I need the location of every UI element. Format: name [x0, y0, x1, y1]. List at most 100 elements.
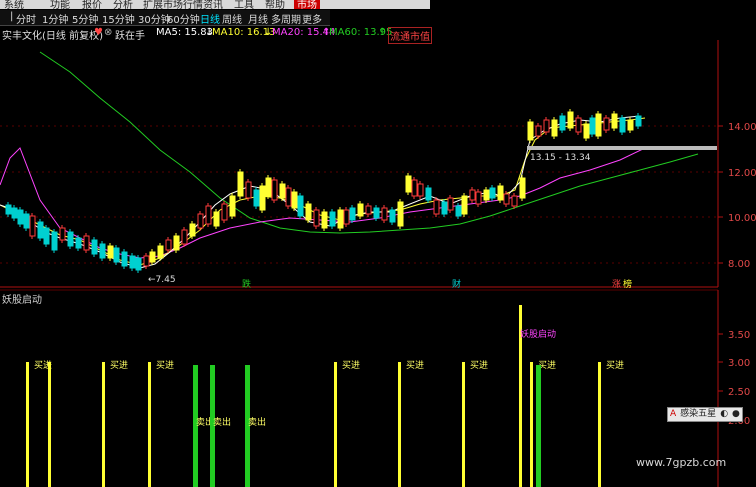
candle-body	[543, 119, 550, 133]
candle-body	[475, 191, 482, 205]
indicator-y-tick-label: 2.50	[728, 387, 750, 398]
toolbar-item-1[interactable]: ◐	[718, 408, 730, 421]
candle-body	[157, 245, 164, 259]
buy-signal-label: 买进	[156, 360, 174, 371]
market-cap-button[interactable]: 流通市值	[388, 27, 432, 44]
period-tab-8[interactable]: 月线	[248, 11, 268, 26]
period-tab-9[interactable]: 多周期	[271, 11, 301, 26]
period-tab-0[interactable]: 分时	[16, 11, 36, 26]
candle-body	[381, 207, 388, 221]
main-y-tick-label: 14.00	[728, 122, 756, 133]
candle-body	[313, 209, 320, 227]
candle-body	[67, 231, 74, 247]
buy-signal-bar	[530, 362, 533, 487]
sell-signal-label: 卖出	[213, 416, 231, 428]
tab-divider: |	[10, 11, 14, 22]
toolbar-item-0[interactable]: 感染五星	[678, 408, 718, 421]
candle-body	[519, 177, 526, 199]
ma60-arrow: ↑	[378, 27, 387, 38]
main-y-tick-label: 12.00	[728, 168, 756, 179]
candle-body	[91, 239, 98, 255]
candle-body	[107, 245, 114, 259]
candle-body	[357, 203, 364, 217]
formula-name: 跃在手	[115, 31, 145, 42]
candle-body	[373, 207, 380, 219]
main-y-tick-label: 8.00	[728, 259, 750, 270]
candle-body	[197, 213, 204, 229]
candle-body	[595, 113, 602, 137]
toolbar-mark[interactable]: A	[668, 408, 678, 421]
bottom-marker-label: 财	[452, 278, 461, 290]
period-tab-3[interactable]: 15分钟	[102, 11, 135, 26]
candle-body	[455, 205, 462, 217]
period-tab-5[interactable]: 60分钟	[167, 11, 200, 26]
candle-body	[411, 179, 418, 197]
candle-body	[213, 211, 220, 227]
candle-body	[575, 117, 582, 133]
candle-body	[627, 119, 634, 131]
menu-item-0[interactable]: 系统	[4, 0, 24, 9]
candle-body	[245, 181, 252, 199]
candle-body	[527, 121, 534, 141]
candle-body	[297, 195, 304, 217]
period-tab-10[interactable]: 更多	[302, 11, 322, 26]
buy-signal-label: 买进	[110, 360, 128, 371]
candle-body	[51, 231, 58, 251]
candle-body	[205, 205, 212, 225]
candle-body	[99, 243, 106, 259]
candle-body	[43, 227, 50, 245]
period-tab-7[interactable]: 周线	[222, 11, 242, 26]
candle-body	[271, 179, 278, 201]
settings-icon[interactable]: ⊗	[104, 27, 112, 38]
buy-signal-label: 买进	[606, 360, 624, 371]
sell-signal-label: 卖出	[248, 416, 266, 428]
menu-item-8[interactable]: 市场	[294, 0, 320, 9]
candle-body	[405, 175, 412, 193]
candle-body	[5, 204, 12, 215]
candle-body	[11, 207, 18, 219]
chart-canvas[interactable]: 14.00 12.00 10.00 8.00 13.15 - 13.34 ←7.45 跌 财 涨…	[0, 0, 756, 487]
period-tabs: | 分时 1分钟 5分钟 15分钟 30分钟 60分钟 日线 周线 月线 多周期 更多	[0, 10, 330, 26]
candle-body	[129, 255, 136, 269]
candle-body	[237, 171, 244, 197]
buy-signal-label: 买进	[342, 360, 360, 371]
candle-body	[551, 119, 558, 137]
period-tab-6[interactable]: 日线	[200, 11, 220, 26]
candle-body	[589, 117, 596, 135]
drawing-toolbar[interactable]: A 感染五星 ◐ ●	[667, 407, 743, 422]
period-tab-4[interactable]: 30分钟	[138, 11, 171, 26]
candle-body	[135, 257, 142, 271]
period-tab-1[interactable]: 1分钟	[42, 11, 68, 26]
main-y-tick-label: 10.00	[728, 213, 756, 224]
menu-item-4[interactable]: 扩展市场行情	[143, 0, 203, 9]
bottom-marker-label: 跌	[242, 279, 251, 290]
menu-item-3[interactable]: 分析	[113, 0, 133, 9]
buy-signal-bar	[334, 362, 337, 487]
candle-body	[83, 235, 90, 251]
range-band	[527, 146, 717, 150]
toolbar-item-2[interactable]: ●	[730, 408, 742, 421]
candle-body	[285, 187, 292, 207]
indicator-y-tick-label: 3.50	[728, 330, 750, 341]
indicator-title: 妖股启动	[2, 295, 42, 306]
menu-item-2[interactable]: 报价	[82, 0, 102, 9]
candle-body	[417, 183, 424, 197]
candle-body	[23, 213, 30, 229]
candle-body	[259, 185, 266, 211]
menu-item-5[interactable]: 资讯	[203, 0, 223, 9]
buy-signal-bar	[598, 362, 601, 487]
menu-item-7[interactable]: 帮助	[265, 0, 285, 9]
stock-name[interactable]: 实丰文化(日线 前复权)	[2, 27, 103, 42]
menu-item-1[interactable]: 功能	[50, 0, 70, 9]
candle-body	[603, 117, 610, 131]
menu-item-6[interactable]: 工具	[234, 0, 254, 9]
period-tab-2[interactable]: 5分钟	[72, 11, 98, 26]
buy-signal-bar	[148, 362, 151, 487]
candle-body	[305, 203, 312, 221]
bottom-marker-label: 涨	[612, 279, 621, 290]
candle-body	[29, 215, 36, 237]
buy-signal-bar	[462, 362, 465, 487]
heart-icon[interactable]: ♥	[94, 27, 103, 38]
candle-body	[635, 115, 642, 127]
candle-body	[59, 227, 66, 241]
